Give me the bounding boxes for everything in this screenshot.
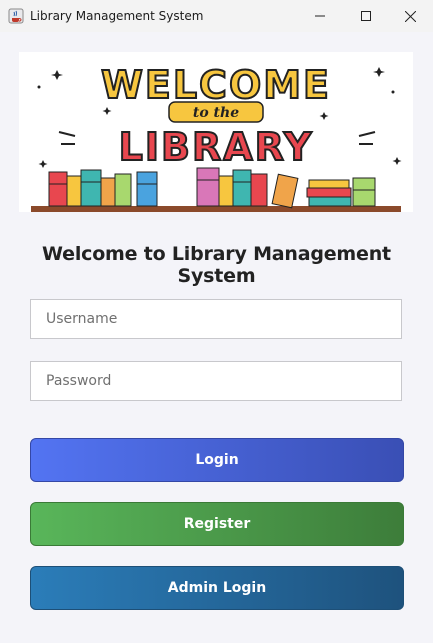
welcome-banner-image: WELCOME to the LIBRARY [19, 52, 413, 212]
username-field[interactable] [30, 299, 402, 339]
login-window: Library Management System WELCOME to the… [0, 0, 433, 643]
admin-login-button-label: Admin Login [167, 580, 267, 596]
admin-login-button[interactable]: Admin Login [30, 566, 404, 610]
password-field[interactable] [30, 361, 402, 401]
window-title: Library Management System [30, 9, 204, 23]
minimize-icon [315, 15, 325, 17]
banner-to-the-text: to the [193, 105, 239, 121]
register-button-label: Register [183, 516, 251, 532]
minimize-button[interactable] [297, 0, 343, 32]
register-button[interactable]: Register [30, 502, 404, 546]
title-bar[interactable]: Library Management System [0, 0, 433, 32]
banner-welcome-text: WELCOME [101, 63, 331, 107]
close-icon [404, 10, 416, 22]
close-button[interactable] [387, 0, 433, 32]
page-title: Welcome to Library Management System [42, 243, 391, 287]
maximize-icon [361, 11, 371, 21]
login-button-label: Login [195, 452, 239, 468]
login-button[interactable]: Login [30, 438, 404, 482]
app-icon [8, 8, 24, 24]
banner-library-text: LIBRARY [119, 125, 314, 169]
maximize-button[interactable] [343, 0, 389, 32]
